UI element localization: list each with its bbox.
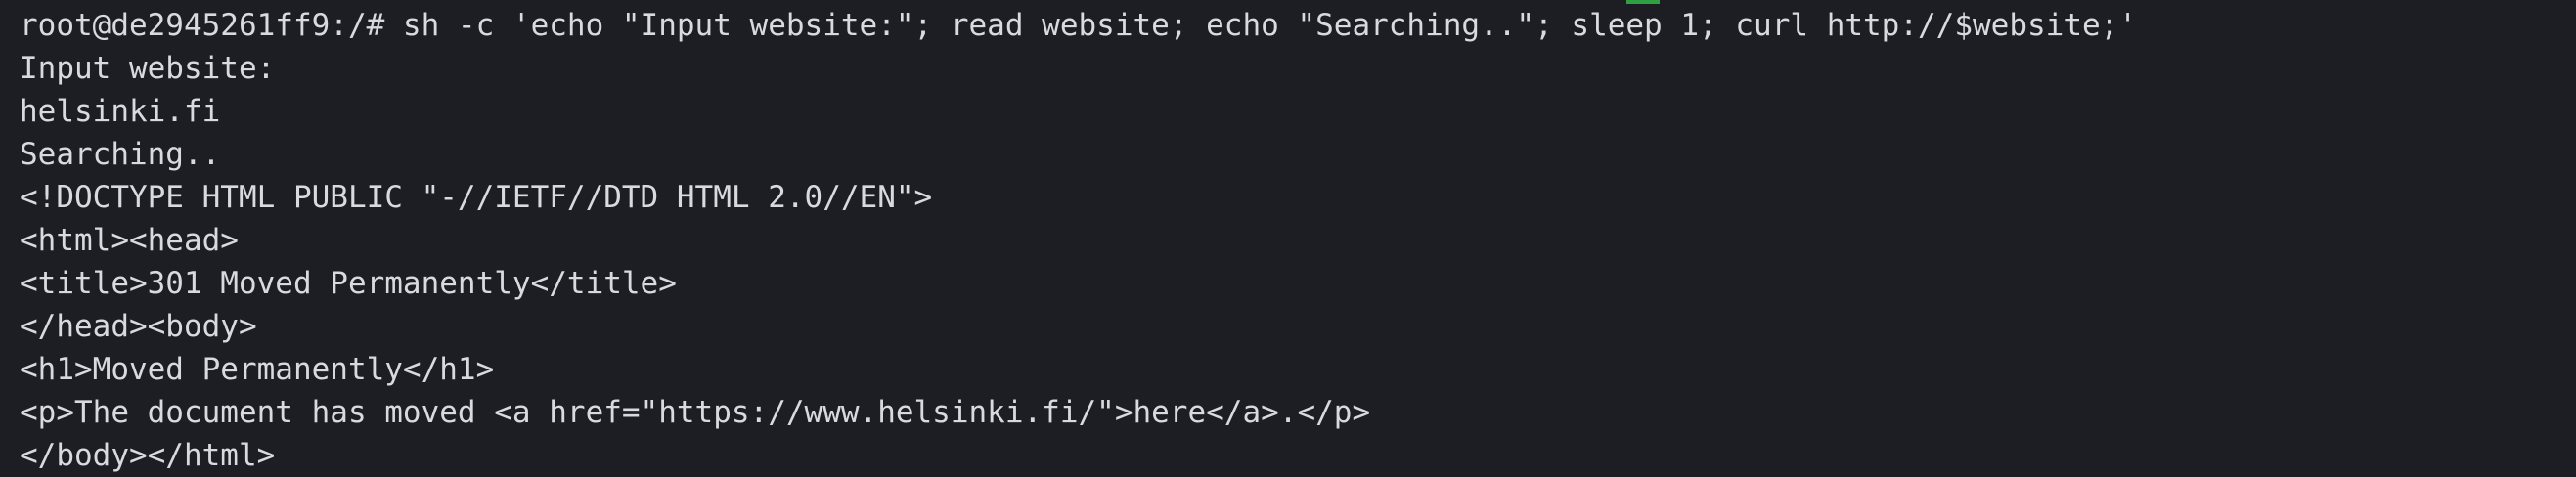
output-line: <h1>Moved Permanently</h1>	[20, 352, 495, 387]
output-line: <p>The document has moved <a href="https…	[20, 395, 1371, 430]
output-line: <html><head>	[20, 223, 239, 258]
output-line: Searching..	[20, 137, 221, 172]
output-line: <title>301 Moved Permanently</title>	[20, 266, 677, 301]
output-line: <!DOCTYPE HTML PUBLIC "-//IETF//DTD HTML…	[20, 180, 933, 215]
terminal-window[interactable]: root@de2945261ff9:/# sh -c 'echo "Input …	[0, 0, 2576, 477]
user-input-line: helsinki.fi	[20, 94, 221, 129]
output-line: </body></html>	[20, 438, 276, 473]
output-line: Input website:	[20, 51, 276, 86]
output-line: </head><body>	[20, 309, 257, 344]
tab-indicator	[1626, 0, 1660, 4]
command-prompt-line: root@de2945261ff9:/# sh -c 'echo "Input …	[20, 8, 2137, 43]
